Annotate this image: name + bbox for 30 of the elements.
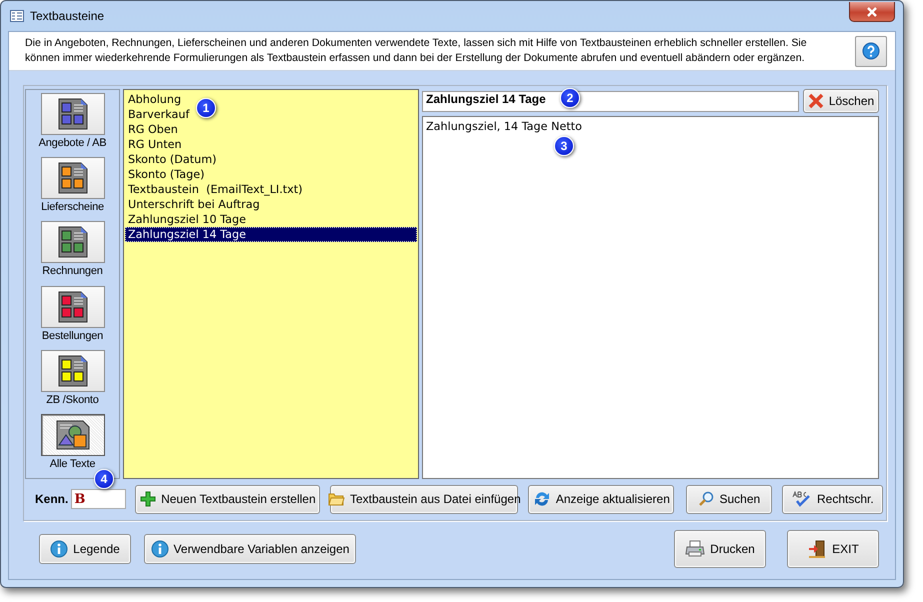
delete-button[interactable]: Löschen (803, 89, 879, 113)
new-text-block-button[interactable]: Neuen Textbaustein erstellen (135, 484, 320, 514)
info-button[interactable]: Legende (39, 534, 131, 564)
window-title: Textbausteine (30, 9, 104, 23)
list-item[interactable]: RG Oben (125, 122, 180, 137)
print-button[interactable]: Drucken (674, 530, 766, 568)
list-item[interactable]: Zahlungsziel 10 Tage (125, 212, 248, 227)
list-item[interactable]: Textbaustein (EmailText_LI.txt) (125, 182, 305, 197)
category-label: ZB /Skonto (46, 394, 99, 406)
spellcheck-button[interactable]: Rechtschr. (782, 484, 884, 514)
insert-from-file-button[interactable]: Textbaustein aus Datei einfügen (330, 484, 518, 514)
info-text: Die in Angeboten, Rechnungen, Lieferscheinen und anderen Dokumenten verwendete Texte, lassen sich mit Hilfe von Textbausteinen erheblich schneller erstellen. Sie können immer wiederkehrende Formulierungen als Textbaustein erfassen und dann bei der Erstellung der Dokumente abrufen und eventuell abändern oder ergänzen. (25, 36, 808, 66)
list-item[interactable]: Abholung (125, 92, 184, 107)
list-item[interactable]: Zahlungsziel 14 Tage (125, 227, 417, 242)
category-label: Alle Texte (50, 458, 96, 470)
kenn-field[interactable]: B (71, 489, 126, 509)
list-item[interactable]: Skonto (Datum) (125, 152, 218, 167)
category-label: Lieferscheine (41, 201, 104, 214)
info-button[interactable]: Verwendbare Variablen anzeigen (144, 534, 356, 564)
list-item[interactable]: Unterschrift bei Auftrag (125, 197, 262, 212)
refresh-button[interactable]: Anzeige aktualisieren (528, 484, 674, 514)
category-label: Rechnungen (42, 265, 103, 278)
category-label: Bestellungen (42, 330, 104, 342)
category-label: Angebote / AB (38, 137, 106, 149)
kenn-label: Kenn. (35, 492, 68, 506)
list-item[interactable]: Skonto (Tage) (125, 167, 206, 182)
exit-button[interactable]: EXIT (787, 530, 879, 568)
list-item[interactable]: RG Unten (125, 137, 184, 152)
list-item[interactable]: Barverkauf (125, 107, 192, 122)
search-button[interactable]: Suchen (686, 484, 772, 514)
